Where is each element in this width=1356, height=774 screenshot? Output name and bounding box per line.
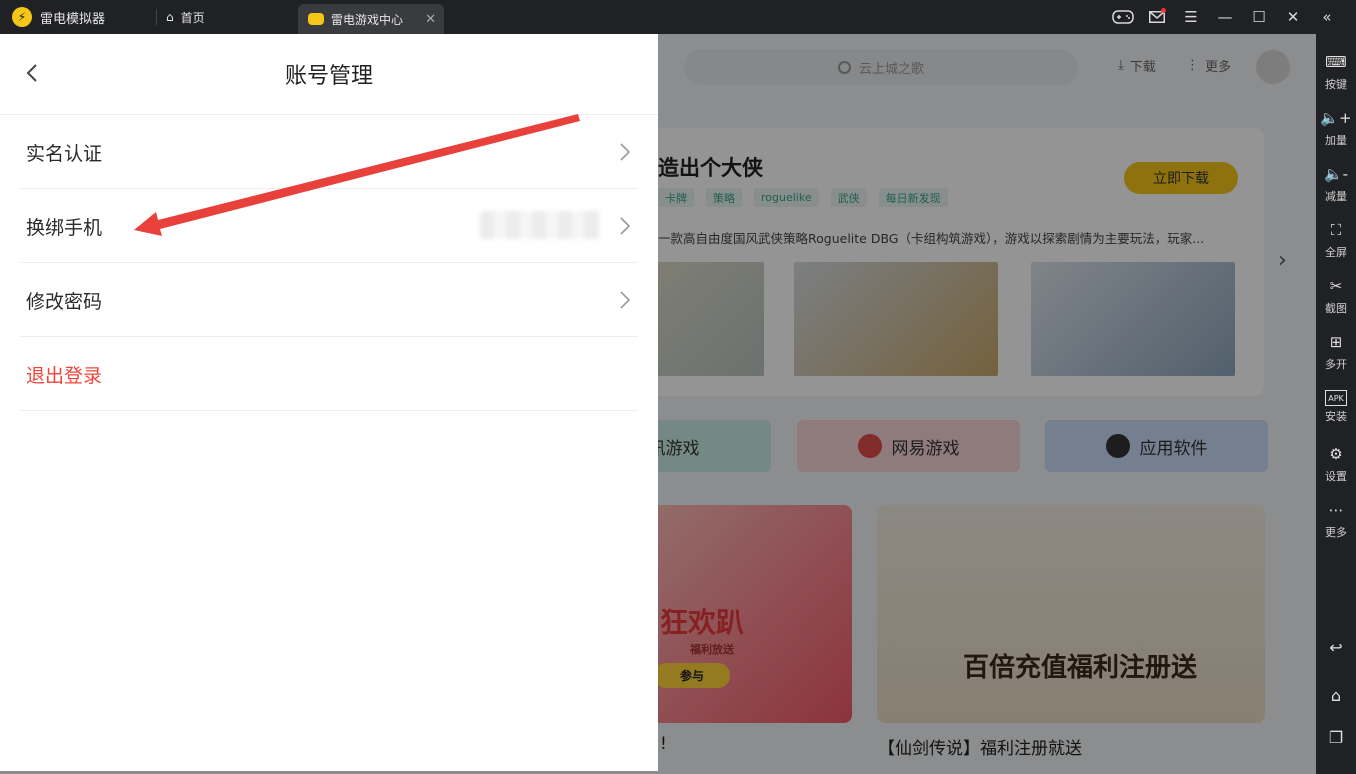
arrow-shape bbox=[134, 114, 580, 236]
annotation-arrow bbox=[134, 114, 580, 236]
